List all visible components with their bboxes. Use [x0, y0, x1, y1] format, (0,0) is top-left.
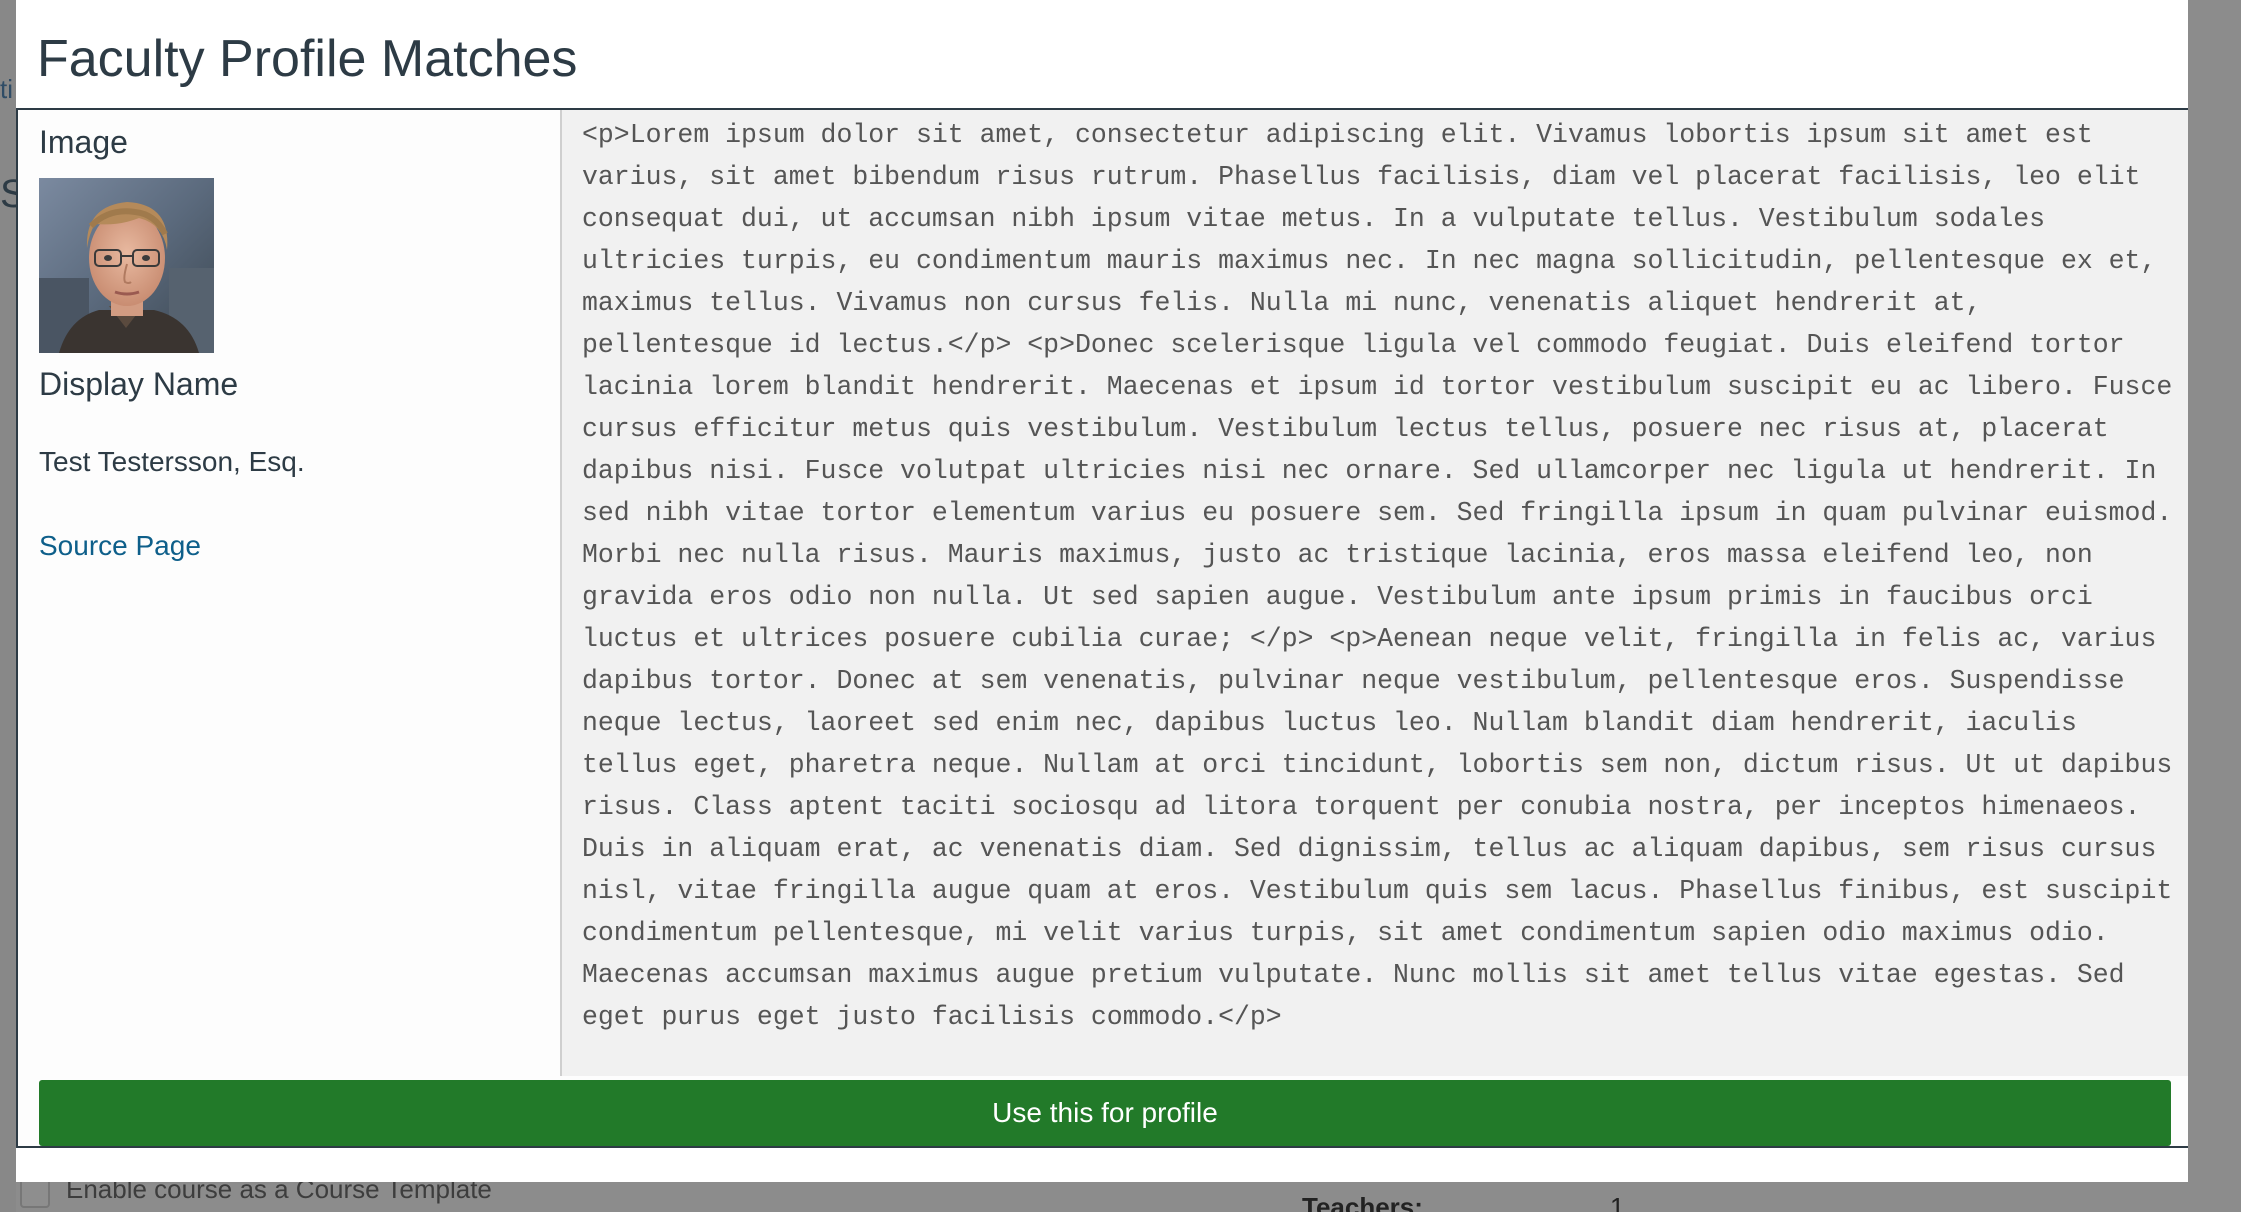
teachers-label: Teachers: [1302, 1192, 1423, 1212]
use-for-profile-button[interactable]: Use this for profile [39, 1080, 2171, 1146]
profile-summary-column: Image Display Name Test Testersson, Esq.… [18, 110, 562, 1076]
display-name-label: Display Name [39, 366, 239, 402]
modal-body: Image Display Name Test Testersson, Esq.… [16, 108, 2188, 1148]
faculty-profile-modal: Faculty Profile Matches Image Display Na… [16, 0, 2188, 1182]
display-name-value: Test Testersson, Esq. [39, 446, 305, 477]
modal-title: Faculty Profile Matches [37, 30, 578, 88]
course-template-checkbox[interactable] [20, 1178, 50, 1208]
teachers-count: 1 [1610, 1192, 1625, 1212]
source-page-link[interactable]: Source Page [39, 530, 201, 562]
biography-panel: <p>Lorem ipsum dolor sit amet, consectet… [562, 110, 2188, 1076]
biography-text: <p>Lorem ipsum dolor sit amet, consectet… [582, 120, 2173, 1032]
profile-photo [39, 178, 214, 353]
image-label: Image [39, 124, 128, 160]
background-text-fragment: ti [0, 74, 13, 104]
